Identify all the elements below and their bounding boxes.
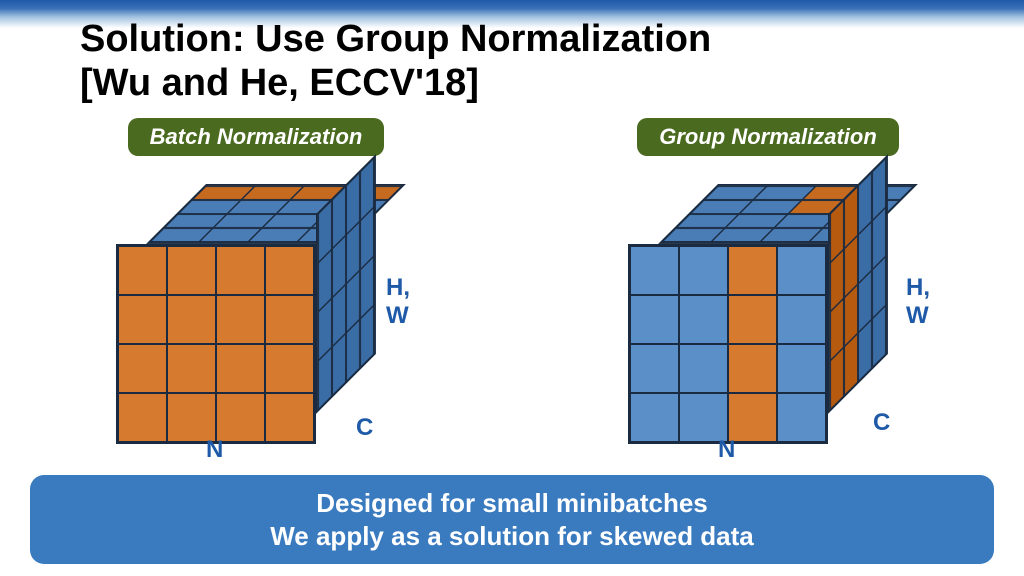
badge-batch-norm: Batch Normalization bbox=[128, 118, 385, 156]
title-line1: Solution: Use Group Normalization bbox=[80, 18, 711, 62]
cube-front-face bbox=[116, 244, 316, 444]
badge-group-norm: Group Normalization bbox=[637, 118, 899, 156]
axis-c-left: C bbox=[356, 414, 373, 442]
diagram-row: Batch Normalization bbox=[0, 118, 1024, 478]
panel-group-norm: Group Normalization bbox=[548, 118, 988, 464]
cube-front-face bbox=[628, 244, 828, 444]
cube-batch-norm: H, W C N bbox=[76, 164, 436, 464]
axis-n-left: N bbox=[206, 436, 223, 464]
axis-c-right: C bbox=[873, 409, 890, 437]
slide-title: Solution: Use Group Normalization [Wu an… bbox=[80, 18, 711, 105]
axis-n-right: N bbox=[718, 436, 735, 464]
title-line2: [Wu and He, ECCV'18] bbox=[80, 62, 711, 106]
axis-hw-left: H, W bbox=[386, 274, 436, 330]
footer-line2: We apply as a solution for skewed data bbox=[50, 520, 974, 553]
axis-hw-right: H, W bbox=[906, 274, 948, 330]
panel-batch-norm: Batch Normalization bbox=[36, 118, 476, 464]
cube-group-norm: H, W C N bbox=[588, 164, 948, 464]
footer-callout: Designed for small minibatches We apply … bbox=[30, 475, 994, 564]
footer-line1: Designed for small minibatches bbox=[50, 487, 974, 520]
